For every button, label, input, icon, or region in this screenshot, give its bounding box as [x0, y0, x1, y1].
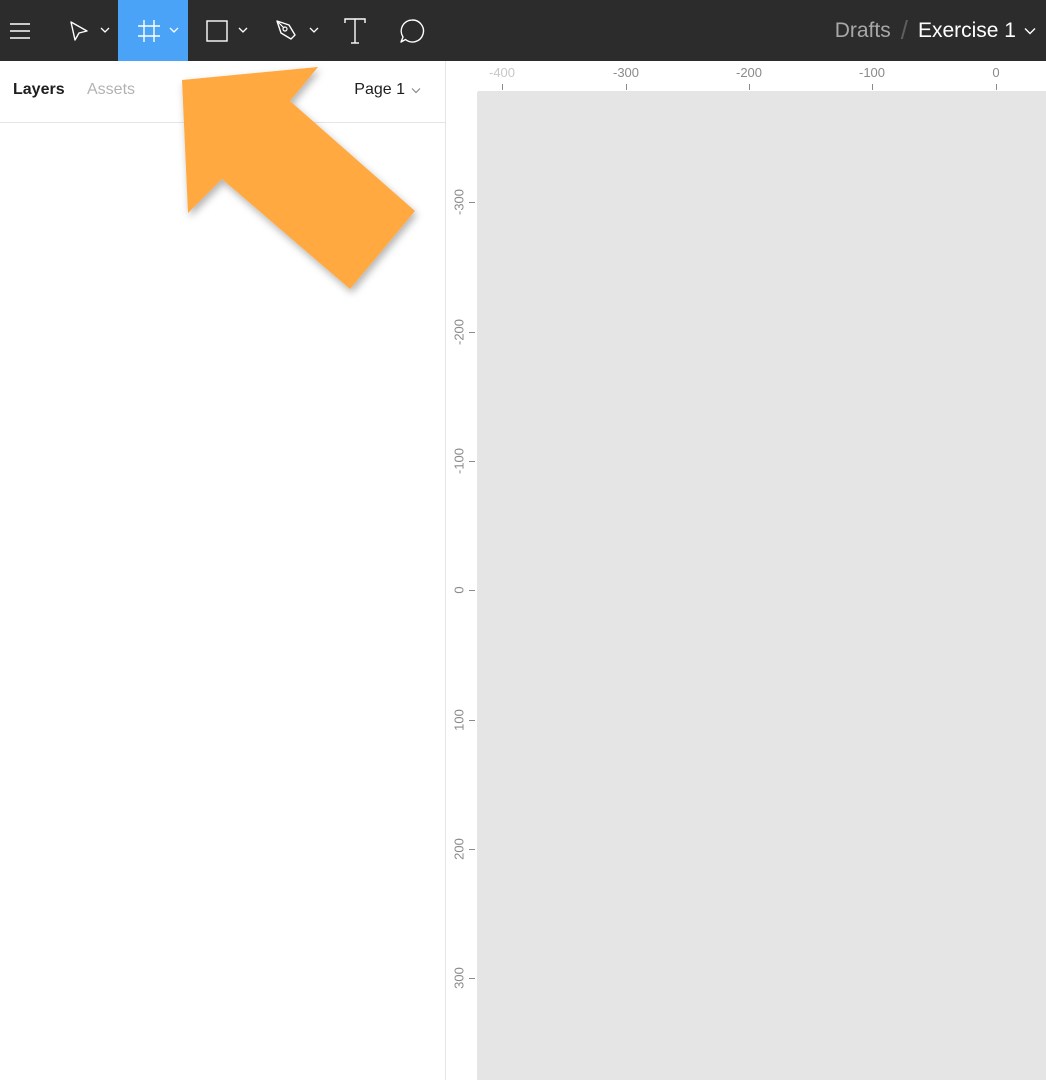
chevron-down-icon: [100, 26, 110, 34]
text-tool-button[interactable]: [336, 0, 374, 61]
text-icon: [344, 17, 366, 44]
breadcrumb-separator: /: [900, 15, 908, 45]
shape-tool-button[interactable]: [198, 0, 258, 61]
chevron-down-icon[interactable]: [1024, 27, 1036, 35]
ruler-corner: [446, 61, 478, 92]
ruler-tick-label: -300: [451, 188, 467, 216]
tab-assets[interactable]: Assets: [87, 81, 135, 99]
ruler-tick-mark: [469, 461, 475, 462]
vertical-ruler: -300 -200 -100 0 100 200 300: [446, 92, 478, 1080]
ruler-tick-mark: [469, 590, 475, 591]
ruler-tick-label: 100: [451, 709, 467, 731]
ruler-tick-label: -200: [735, 65, 763, 80]
left-panel: Layers Assets Page 1: [0, 61, 446, 1080]
ruler-tick-mark: [626, 84, 627, 90]
move-tool-button[interactable]: [58, 0, 118, 61]
chevron-down-icon: [309, 26, 319, 34]
frame-hash-icon: [137, 19, 161, 43]
breadcrumb-drafts-link[interactable]: Drafts: [835, 19, 891, 43]
design-canvas[interactable]: [478, 92, 1046, 1080]
pen-tool-button[interactable]: [266, 0, 326, 61]
ruler-tick-label: 200: [451, 838, 467, 860]
cursor-arrow-icon: [68, 20, 90, 42]
ruler-tick-mark: [996, 84, 997, 90]
breadcrumb: Drafts / Exercise 1: [835, 0, 1036, 61]
top-toolbar: Drafts / Exercise 1: [0, 0, 1046, 61]
horizontal-ruler: -400 -300 -200 -100 0: [446, 61, 1046, 92]
page-selector-label: Page 1: [354, 81, 405, 98]
rectangle-icon: [206, 20, 228, 42]
ruler-tick-label: -100: [858, 65, 886, 80]
comment-tool-button[interactable]: [392, 0, 432, 61]
hamburger-icon: [9, 22, 31, 40]
ruler-tick-mark: [469, 202, 475, 203]
page-selector[interactable]: Page 1: [354, 81, 421, 99]
ruler-tick-mark: [502, 84, 503, 90]
tab-layers[interactable]: Layers: [13, 81, 65, 99]
ruler-tick-mark: [469, 849, 475, 850]
comment-bubble-icon: [399, 18, 425, 44]
ruler-tick-label: 300: [451, 967, 467, 989]
ruler-tick-mark: [469, 332, 475, 333]
ruler-tick-label: 0: [451, 586, 467, 594]
chevron-down-icon: [411, 87, 421, 94]
ruler-tick-label: -100: [451, 447, 467, 475]
chevron-down-icon: [238, 26, 248, 34]
pen-icon: [275, 19, 299, 43]
ruler-tick-label: -200: [451, 318, 467, 346]
main-menu-button[interactable]: [0, 0, 40, 61]
panel-header: Layers Assets Page 1: [0, 61, 445, 123]
ruler-tick-mark: [872, 84, 873, 90]
frame-tool-button[interactable]: [118, 0, 188, 61]
ruler-tick-label: 0: [992, 65, 1000, 80]
chevron-down-icon: [169, 26, 179, 34]
ruler-tick-mark: [749, 84, 750, 90]
ruler-tick-mark: [469, 720, 475, 721]
file-name[interactable]: Exercise 1: [918, 19, 1016, 43]
ruler-tick-label: -400: [488, 65, 516, 80]
ruler-tick-mark: [469, 978, 475, 979]
ruler-tick-label: -300: [612, 65, 640, 80]
